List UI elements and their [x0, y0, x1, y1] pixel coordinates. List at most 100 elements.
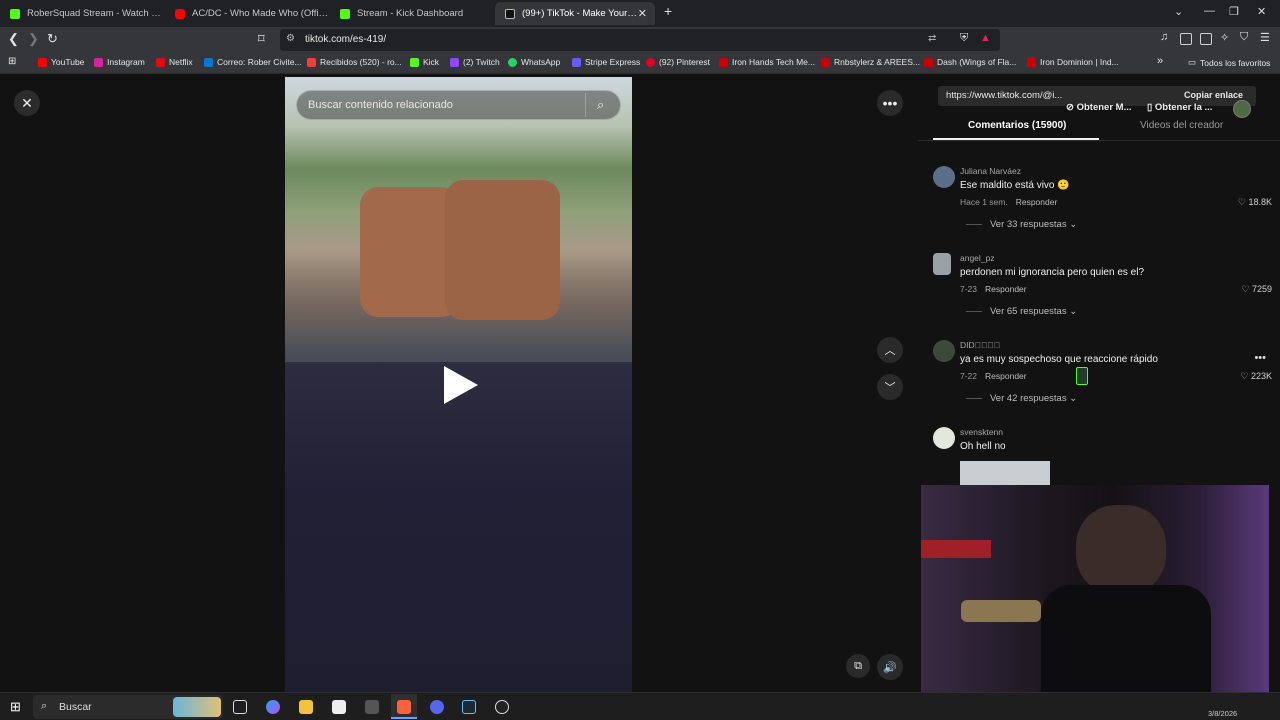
- pip-icon[interactable]: ⧉: [846, 654, 870, 678]
- close-window-button[interactable]: ✕: [1257, 5, 1266, 18]
- like-button[interactable]: ♡ 7259: [1241, 284, 1272, 295]
- chevron-down-icon[interactable]: ⌄: [1174, 5, 1183, 18]
- url-bar[interactable]: ⚙ tiktok.com/es-419/ ⇄ ⛨ ▲: [280, 29, 1000, 51]
- task-view-icon[interactable]: [233, 700, 247, 714]
- related-search-input[interactable]: Buscar contenido relacionado ⌕: [296, 90, 621, 120]
- avatar[interactable]: [933, 340, 955, 362]
- avatar[interactable]: [933, 253, 951, 275]
- comment-user[interactable]: DID⌁⃝⃝⃝: [960, 340, 1000, 350]
- rewards-icon[interactable]: ▲: [980, 32, 991, 44]
- get-app-button[interactable]: ▯ Obtener la ...: [1147, 102, 1212, 113]
- steam-icon[interactable]: [462, 700, 476, 714]
- bookmark-label: Stripe Express: [585, 57, 641, 67]
- store-icon[interactable]: [332, 700, 346, 714]
- avatar[interactable]: [1233, 100, 1251, 118]
- bookmark-gmail[interactable]: Recibidos (520) - ro...: [307, 57, 402, 67]
- tab-comments[interactable]: Comentarios (15900): [968, 120, 1066, 131]
- comment-user[interactable]: svensktenn: [960, 427, 1003, 437]
- file-explorer-icon[interactable]: [299, 700, 313, 714]
- tab-kick-dashboard[interactable]: Stream - Kick Dashboard: [330, 2, 495, 25]
- all-favorites[interactable]: ▭ Todos los favoritos: [1188, 57, 1270, 68]
- like-count: 223K: [1250, 371, 1272, 381]
- bookmark-iron-dominion[interactable]: Iron Dominion | Ind...: [1027, 57, 1119, 67]
- bookmark-youtube[interactable]: YouTube: [38, 57, 84, 67]
- reply-button[interactable]: Responder: [1016, 197, 1058, 207]
- comment-item: DID⌁⃝⃝⃝ ya es muy sospechoso que reaccio…: [918, 340, 1280, 410]
- forward-icon[interactable]: ❯: [28, 31, 39, 47]
- bookmark-twitch[interactable]: (2) Twitch: [450, 57, 500, 67]
- avatar[interactable]: [933, 427, 955, 449]
- chevron-down-icon[interactable]: ﹀: [877, 374, 903, 400]
- shield-icon[interactable]: ⛨: [960, 32, 968, 45]
- tab-label: RoberSquad Stream - Watch Live: [27, 8, 165, 19]
- site-info-icon[interactable]: ⚙: [286, 33, 295, 44]
- comment-user[interactable]: Juliana Narváez: [960, 166, 1021, 176]
- video-frame: [445, 180, 560, 320]
- apps-icon[interactable]: ⊞: [8, 56, 16, 67]
- close-icon[interactable]: ✕: [14, 90, 40, 116]
- bookmark-icon[interactable]: ⌑: [258, 31, 265, 47]
- comment-user[interactable]: angel_pz: [960, 253, 995, 263]
- tab-creator-videos[interactable]: Videos del creador: [1140, 120, 1223, 131]
- view-replies-button[interactable]: Ver 33 respuestas ⌄: [966, 219, 1077, 230]
- chevron-up-icon[interactable]: ︿: [877, 337, 903, 363]
- tab-acdc[interactable]: AC/DC - Who Made Who (Official HD: [165, 2, 330, 25]
- reload-icon[interactable]: ↻: [47, 31, 58, 47]
- vpn-icon[interactable]: ⛉: [1240, 31, 1248, 44]
- windows-start-icon[interactable]: ⊞: [10, 699, 21, 715]
- bookmark-correo[interactable]: Correo: Rober Civite...: [204, 57, 302, 67]
- ai-icon[interactable]: ✧: [1220, 31, 1229, 44]
- bookmark-instagram[interactable]: Instagram: [94, 57, 145, 67]
- new-tab-button[interactable]: +: [664, 3, 672, 19]
- youtube-icon: [38, 57, 47, 67]
- bookmark-dash[interactable]: Dash (Wings of Fla...: [924, 57, 1016, 67]
- more-options-icon[interactable]: •••: [877, 90, 903, 116]
- search-placeholder: Buscar contenido relacionado: [308, 99, 453, 111]
- pinterest-icon: [646, 57, 655, 67]
- bookmark-netflix[interactable]: Netflix: [156, 57, 193, 67]
- discord-icon[interactable]: [430, 700, 444, 714]
- translate-icon[interactable]: ⇄: [928, 33, 936, 44]
- back-icon[interactable]: ❮: [8, 31, 19, 47]
- sticker-icon: [1076, 367, 1088, 385]
- copy-link-button[interactable]: Copiar enlace: [1184, 90, 1243, 100]
- bookmark-rnbstylerz[interactable]: Rnbstylerz & AREES...: [821, 57, 920, 67]
- copilot-icon[interactable]: [266, 700, 280, 714]
- view-replies-button[interactable]: Ver 65 respuestas ⌄: [966, 306, 1077, 317]
- taskbar-search[interactable]: ⌕ Buscar: [33, 695, 223, 719]
- comment-image[interactable]: [960, 461, 1050, 485]
- view-replies-button[interactable]: Ver 42 respuestas ⌄: [966, 393, 1077, 404]
- reply-button[interactable]: Responder: [985, 371, 1027, 381]
- play-icon[interactable]: [444, 366, 478, 404]
- comment-text: Oh hell no: [960, 441, 1006, 452]
- get-m-button[interactable]: ⊘ Obtener M...: [1066, 102, 1132, 113]
- sidebar-icon[interactable]: [1180, 33, 1192, 45]
- clock: 3/8/2026: [1208, 709, 1238, 718]
- restore-button[interactable]: ❐: [1229, 5, 1239, 18]
- bookmark-pinterest[interactable]: (92) Pinterest: [646, 57, 710, 67]
- app-icon[interactable]: [365, 700, 379, 714]
- wallet-icon[interactable]: [1200, 33, 1212, 45]
- comment-item: svensktenn Oh hell no: [918, 427, 1280, 487]
- avatar[interactable]: [933, 166, 955, 188]
- share-link-text[interactable]: https://www.tiktok.com/@i...: [946, 90, 1062, 101]
- volume-icon[interactable]: 🔊: [877, 654, 903, 680]
- more-options-icon[interactable]: •••: [1254, 352, 1266, 364]
- like-button[interactable]: ♡ 18.8K: [1238, 197, 1272, 208]
- minimize-button[interactable]: —: [1204, 5, 1215, 17]
- tab-tiktok[interactable]: (99+) TikTok - Make Your Day ✕: [495, 2, 655, 25]
- bookmark-stripe[interactable]: Stripe Express: [572, 57, 640, 67]
- reply-button[interactable]: Responder: [985, 284, 1027, 294]
- tab-roberSquad[interactable]: RoberSquad Stream - Watch Live: [0, 2, 165, 25]
- bookmark-whatsapp[interactable]: WhatsApp: [508, 57, 560, 67]
- close-tab-icon[interactable]: ✕: [638, 7, 647, 20]
- obs-icon[interactable]: [495, 700, 509, 714]
- like-button[interactable]: ♡ 223K: [1240, 371, 1272, 382]
- bookmark-iron-hands[interactable]: Iron Hands Tech Me...: [719, 57, 815, 67]
- more-bookmarks-button[interactable]: »: [1157, 55, 1163, 67]
- bookmark-kick[interactable]: Kick: [410, 57, 439, 67]
- bookmark-label: Instagram: [107, 57, 145, 67]
- media-icon[interactable]: ♫: [1160, 31, 1168, 43]
- menu-icon[interactable]: ☰: [1260, 31, 1270, 44]
- search-icon[interactable]: ⌕: [597, 97, 604, 113]
